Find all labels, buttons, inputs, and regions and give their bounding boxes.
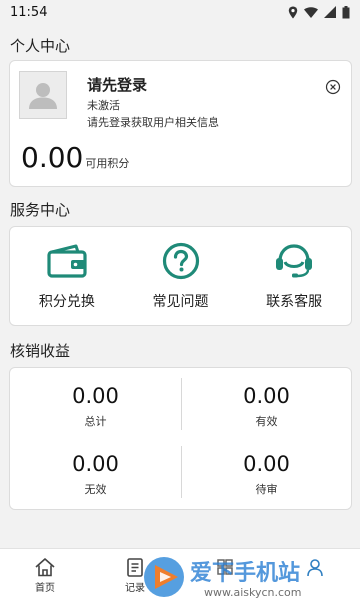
home-icon (35, 558, 55, 577)
services-card: 积分兑换 常见问题 联系客服 (9, 226, 352, 326)
earnings-divider-bottom (181, 446, 182, 498)
earnings-total: 0.00 总计 (10, 384, 181, 429)
login-hint-text: 请先登录获取用户相关信息 (87, 116, 219, 129)
points-label: 可用积分 (85, 157, 130, 170)
points-row: 0.00 可用积分 (21, 141, 129, 174)
earnings-valid-label: 有效 (255, 415, 278, 428)
profile-row[interactable]: 请先登录 未激活 请先登录获取用户相关信息 (19, 71, 341, 129)
earnings-invalid-value: 0.00 (72, 452, 119, 476)
earnings-valid-value: 0.00 (243, 384, 290, 408)
question-icon (162, 242, 199, 280)
service-contact-support[interactable]: 联系客服 (237, 227, 351, 325)
earnings-divider-top (181, 378, 182, 430)
signal-icon (324, 6, 336, 18)
earnings-pending-value: 0.00 (243, 452, 290, 476)
profile-card[interactable]: 请先登录 未激活 请先登录获取用户相关信息 0.00 可用积分 (9, 60, 352, 187)
earnings-pending-label: 待审 (255, 483, 278, 496)
status-time: 11:54 (10, 4, 48, 20)
avatar[interactable] (19, 71, 67, 119)
service-label-exchange: 积分兑换 (38, 294, 95, 310)
service-label-faq: 常见问题 (152, 294, 209, 310)
section-title-personal: 个人中心 (10, 37, 71, 55)
status-icons (288, 5, 350, 19)
earnings-valid: 0.00 有效 (181, 384, 352, 429)
earnings-total-value: 0.00 (72, 384, 119, 408)
headset-icon (276, 244, 313, 278)
nav-item-home[interactable]: 首页 (0, 549, 90, 601)
nav-label-home: 首页 (35, 583, 55, 594)
watermark-text: 爱下手机站 (190, 561, 300, 586)
service-points-exchange[interactable]: 积分兑换 (10, 227, 124, 325)
points-value: 0.00 (21, 141, 84, 174)
section-title-services: 服务中心 (10, 201, 71, 219)
earnings-card: 0.00 总计 0.00 有效 0.00 无效 0.00 待审 (9, 367, 352, 510)
earnings-pending: 0.00 待审 (181, 452, 352, 497)
login-prompt-title[interactable]: 请先登录 (87, 74, 147, 95)
section-title-earnings: 核销收益 (10, 342, 71, 360)
service-faq[interactable]: 常见问题 (124, 227, 238, 325)
wifi-icon (304, 6, 318, 18)
wallet-icon (47, 244, 87, 278)
service-label-support: 联系客服 (266, 294, 323, 310)
avatar-placeholder-icon (29, 83, 57, 109)
earnings-invalid-label: 无效 (84, 483, 107, 496)
status-bar: 11:54 (0, 0, 360, 24)
activation-status: 未激活 (87, 99, 120, 112)
site-watermark: 爱下手机站 www.aiskycn.com (144, 557, 302, 599)
location-icon (288, 6, 298, 18)
battery-icon (342, 5, 350, 18)
earnings-invalid: 0.00 无效 (10, 452, 181, 497)
watermark-url: www.aiskycn.com (204, 586, 302, 599)
close-icon[interactable] (325, 79, 341, 95)
earnings-total-label: 总计 (84, 415, 107, 428)
